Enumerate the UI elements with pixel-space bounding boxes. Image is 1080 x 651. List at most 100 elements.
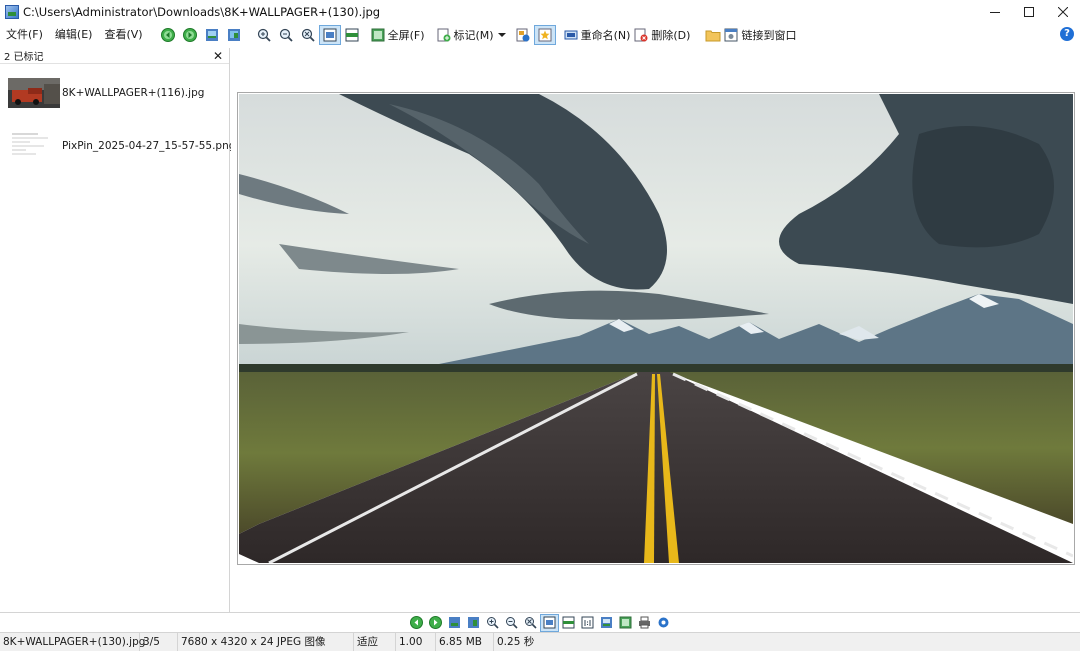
zoom-in-icon: [487, 617, 499, 629]
fit-window-icon: [543, 616, 556, 629]
link-to-window-label: 链接到窗口: [741, 29, 797, 42]
print-icon: [639, 616, 650, 629]
toggle-marked-panel-button[interactable]: [533, 25, 556, 45]
link-window-icon: [724, 28, 738, 42]
fit-width-button[interactable]: [559, 614, 578, 632]
close-panel-icon[interactable]: ✕: [211, 49, 225, 63]
previous-image-button[interactable]: [407, 614, 426, 632]
status-file-size: 6.85 MB: [436, 632, 494, 651]
fullscreen-icon: [619, 616, 632, 629]
image-thumbnail: [8, 78, 60, 108]
status-fit-mode: 适应: [354, 632, 396, 651]
next-icon: [429, 616, 442, 629]
fullscreen-button[interactable]: 全屏(F): [371, 25, 429, 45]
delete-icon: [634, 28, 648, 42]
image-viewer[interactable]: [231, 48, 1080, 612]
rename-button[interactable]: 重命名(N): [564, 25, 635, 45]
minimize-icon: [990, 12, 1000, 13]
mark-button[interactable]: 标记(M): [437, 25, 506, 45]
help-icon[interactable]: ?: [1060, 27, 1074, 41]
slideshow-icon: [601, 617, 612, 628]
menu-file[interactable]: 文件(F): [0, 24, 49, 46]
marked-count-label: 2 已标记: [4, 52, 44, 63]
star-icon: [538, 28, 552, 42]
zoom-out-icon: [279, 28, 293, 42]
zoom-out-button[interactable]: [502, 614, 521, 632]
slideshow-button[interactable]: [597, 614, 616, 632]
main-toolbar: 文件(F) 编辑(E) 查看(V) 全屏(F) 标记(M) 重命名(N) 删除(…: [0, 24, 1080, 46]
previous-image-button[interactable]: [157, 25, 179, 45]
last-image-icon: [468, 617, 479, 628]
image-frame: [237, 92, 1075, 565]
folder-icon: [705, 30, 721, 42]
status-dimensions: 7680 x 4320 x 24 JPEG 图像: [178, 632, 354, 651]
fit-width-button[interactable]: [341, 25, 363, 45]
marked-list-item[interactable]: PixPin_2025-04-27_15-57-55.png: [8, 131, 235, 161]
minimize-button[interactable]: [978, 0, 1012, 24]
bottom-toolbar: [0, 612, 1080, 632]
gear-icon: [658, 617, 669, 628]
zoom-actual-size-icon: [301, 28, 315, 42]
status-filename: 8K+WALLPAGER+(130).jpg: [0, 632, 145, 651]
next-image-button[interactable]: [426, 614, 445, 632]
first-image-icon: [449, 617, 460, 628]
zoom-out-button[interactable]: [275, 25, 297, 45]
maximize-icon: [1024, 7, 1034, 17]
link-to-window-button[interactable]: 链接到窗口: [724, 25, 800, 45]
actual-size-button[interactable]: [578, 614, 597, 632]
close-button[interactable]: [1046, 0, 1080, 24]
settings-button[interactable]: [654, 614, 673, 632]
status-bar: 8K+WALLPAGER+(130).jpg 3/5 7680 x 4320 x…: [0, 632, 1080, 651]
chevron-down-icon[interactable]: [497, 31, 506, 39]
marked-images-icon: [516, 28, 530, 42]
window-controls: [978, 0, 1080, 24]
marked-images-panel: 2 已标记 ✕ 8K+WALLPAGER+(116).jpg PixPin_20…: [0, 48, 235, 612]
menu-view[interactable]: 查看(V): [98, 24, 148, 46]
next-icon: [182, 28, 197, 42]
print-button[interactable]: [635, 614, 654, 632]
fullscreen-button[interactable]: [616, 614, 635, 632]
first-image-icon: [205, 29, 218, 41]
first-image-button[interactable]: [445, 614, 464, 632]
next-image-button[interactable]: [179, 25, 201, 45]
open-folder-button[interactable]: [702, 25, 724, 45]
last-image-icon: [227, 29, 240, 41]
status-position: 3/5: [140, 632, 178, 651]
fit-window-icon: [323, 28, 337, 42]
marked-item-name: PixPin_2025-04-27_15-57-55.png: [62, 140, 236, 152]
document-thumbnail: [8, 131, 60, 161]
mark-icon: [437, 28, 450, 42]
marked-list-button[interactable]: [512, 25, 534, 45]
status-load-time: 0.25 秒: [497, 635, 535, 648]
last-image-button[interactable]: [223, 25, 245, 45]
first-image-button[interactable]: [201, 25, 223, 45]
title-bar: C:\Users\Administrator\Downloads\8K+WALL…: [0, 0, 1080, 24]
zoom-reset-button[interactable]: [297, 25, 319, 45]
fullscreen-label: 全屏(F): [387, 29, 425, 42]
wallpaper-image: [239, 94, 1073, 563]
mark-label: 标记(M): [453, 29, 494, 42]
rename-icon: [564, 30, 578, 40]
maximize-button[interactable]: [1012, 0, 1046, 24]
status-zoom: 1.00: [396, 632, 436, 651]
one-to-one-icon: [581, 616, 594, 629]
zoom-actual-size-icon: [525, 617, 537, 629]
zoom-out-icon: [506, 617, 518, 629]
zoom-in-button[interactable]: [483, 614, 502, 632]
rename-label: 重命名(N): [580, 29, 631, 42]
zoom-in-button[interactable]: [253, 25, 275, 45]
window-title: C:\Users\Administrator\Downloads\8K+WALL…: [23, 5, 381, 19]
delete-label: 删除(D): [651, 29, 691, 42]
zoom-reset-button[interactable]: [521, 614, 540, 632]
delete-button[interactable]: 删除(D): [634, 25, 694, 45]
close-icon: [1058, 7, 1068, 17]
menu-edit[interactable]: 编辑(E): [49, 24, 99, 46]
fit-window-button[interactable]: [318, 25, 341, 45]
last-image-button[interactable]: [464, 614, 483, 632]
fit-width-icon: [345, 28, 359, 42]
marked-list-item[interactable]: 8K+WALLPAGER+(116).jpg: [8, 78, 204, 108]
fit-window-button[interactable]: [540, 613, 559, 632]
app-icon: [5, 5, 19, 19]
previous-icon: [160, 28, 175, 42]
fullscreen-icon: [371, 28, 385, 42]
